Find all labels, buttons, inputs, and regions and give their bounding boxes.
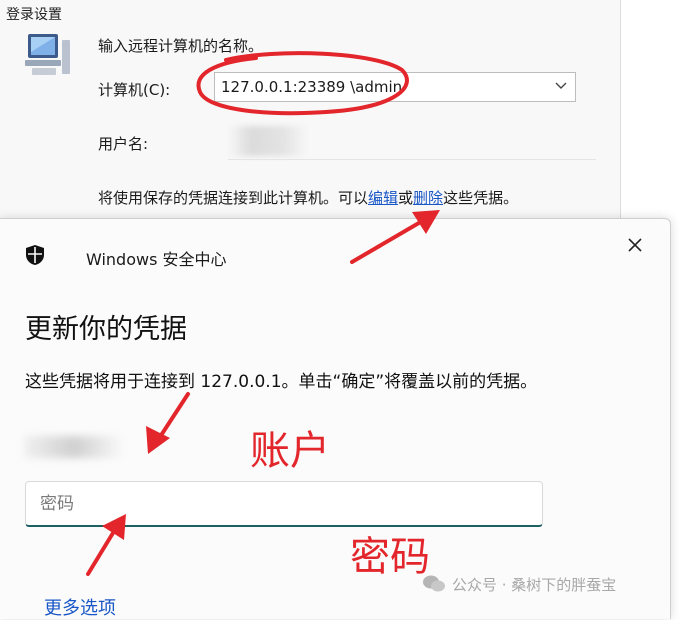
watermark-text: 公众号 · 桑树下的胖蚕宝	[452, 576, 617, 594]
delete-link[interactable]: 删除	[413, 189, 443, 207]
saved-suffix: 这些凭据。	[443, 189, 519, 207]
username-label: 用户名:	[98, 135, 149, 153]
highlight-ellipse	[196, 51, 409, 116]
account-redacted	[24, 436, 124, 458]
edit-link[interactable]: 编辑	[368, 189, 398, 207]
panel-title: 登录设置	[6, 7, 62, 23]
username-divider	[228, 159, 596, 160]
wechat-icon	[423, 575, 445, 592]
chevron-down-icon[interactable]	[555, 79, 567, 91]
or-text: 或	[398, 189, 414, 207]
password-input[interactable]	[25, 481, 543, 527]
username-redacted	[228, 126, 308, 156]
account-annotation: 账户	[250, 428, 330, 474]
shield-icon	[26, 245, 44, 265]
dialog-heading: 更新你的凭据	[25, 314, 187, 345]
app-name: Windows 安全中心	[86, 250, 227, 269]
computer-icon	[25, 34, 70, 75]
security-center-dialog: Windows 安全中心 更新你的凭据 这些凭据将用于连接到 127.0.0.1…	[0, 218, 671, 619]
saved-prefix: 将使用保存的凭据连接到此计算机。可以	[98, 189, 369, 207]
password-annotation: 密码	[350, 534, 430, 580]
more-options-link[interactable]: 更多选项	[44, 594, 116, 620]
dialog-description: 这些凭据将用于连接到 127.0.0.1。单击“确定”将覆盖以前的凭据。	[25, 372, 538, 392]
close-icon[interactable]	[624, 234, 646, 256]
saved-credentials-text: 将使用保存的凭据连接到此计算机。可以编辑或删除这些凭据。	[98, 187, 518, 208]
computer-label: 计算机(C):	[98, 81, 171, 99]
